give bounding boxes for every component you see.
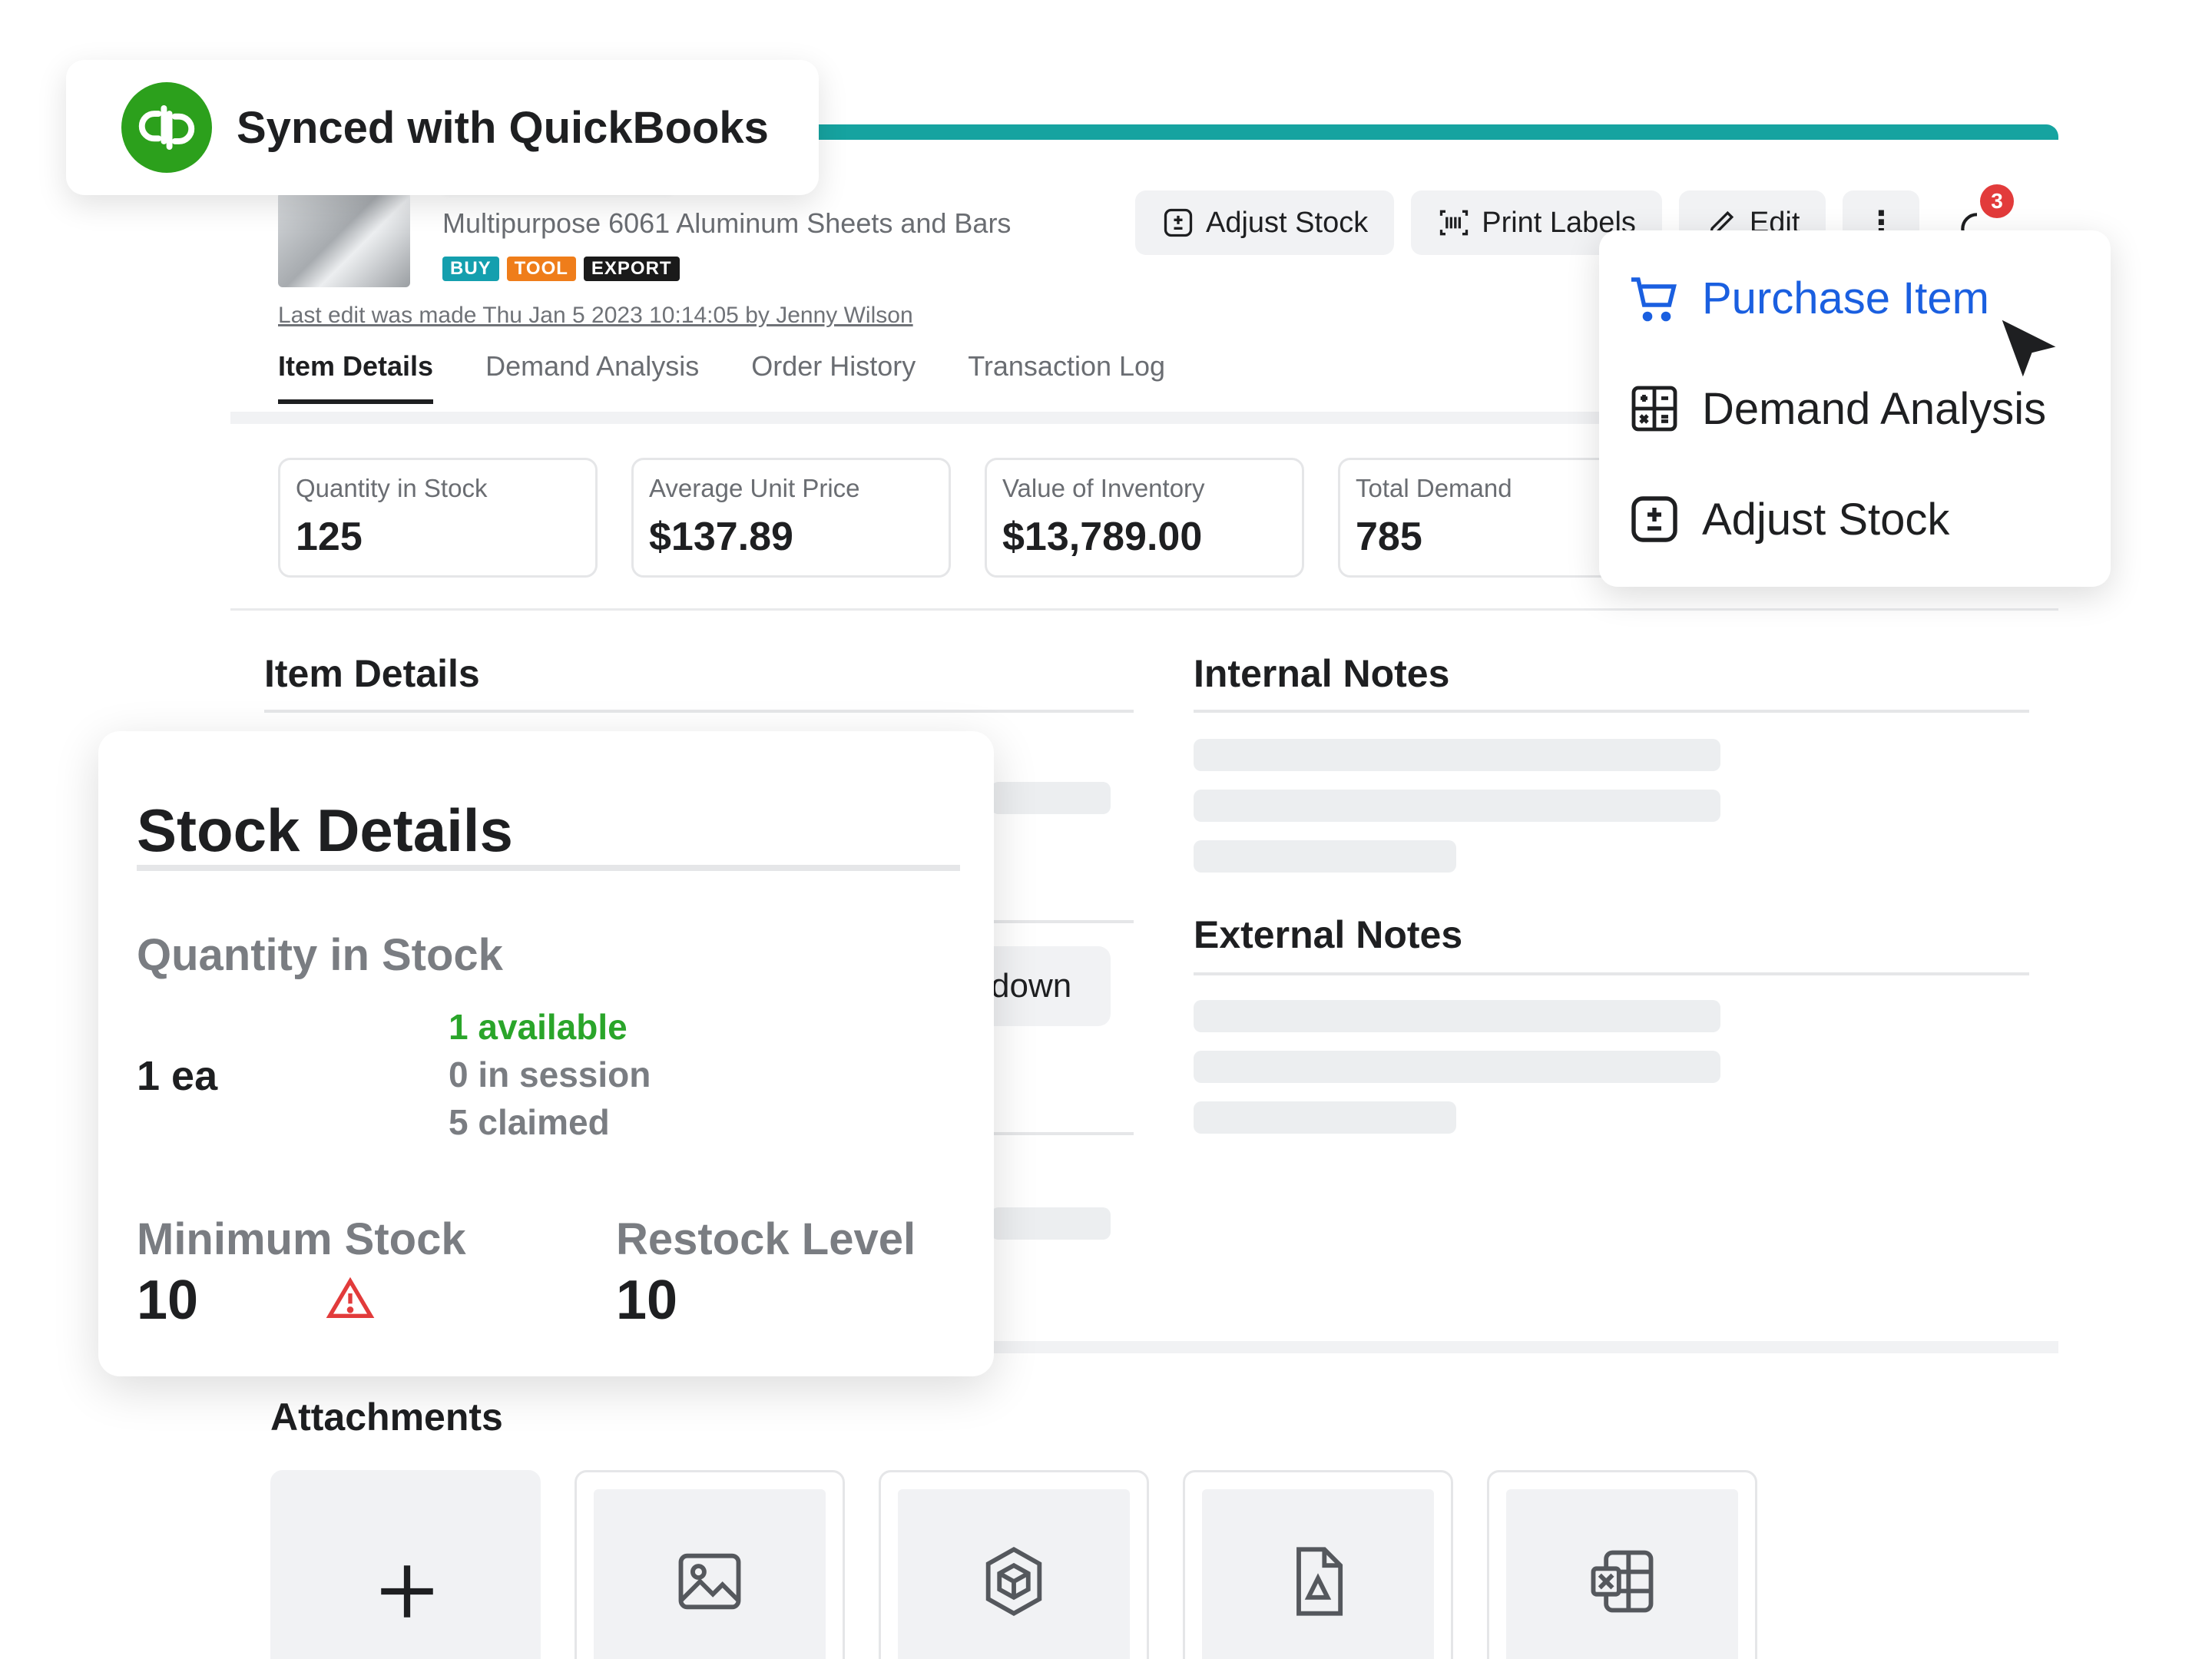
- attachment-tile[interactable]: [1183, 1470, 1453, 1659]
- available-count: 1 available: [449, 1007, 628, 1047]
- tag-export[interactable]: EXPORT: [583, 257, 680, 281]
- quickbooks-logo-icon: [121, 82, 212, 173]
- adjust-stock-button[interactable]: Adjust Stock: [1135, 190, 1395, 255]
- plus-minus-icon: [1631, 496, 1677, 542]
- pdf-file-icon: [1296, 1547, 1343, 1616]
- tag-list: BUY TOOL EXPORT: [442, 257, 680, 281]
- calculator-icon: [1631, 386, 1677, 432]
- minimum-stock-label: Minimum Stock: [137, 1214, 466, 1264]
- attachment-preview: [594, 1489, 826, 1659]
- in-session-count: 0 in session: [449, 1055, 651, 1094]
- attachment-tile[interactable]: [879, 1470, 1149, 1659]
- stock-details-rule: [137, 865, 960, 871]
- quantity-value: 1 ea: [137, 1053, 218, 1099]
- stat-value: $13,789.00: [1002, 515, 1203, 559]
- skeleton-line: [1194, 790, 1720, 822]
- skeleton-line: [1194, 840, 1456, 873]
- mouse-pointer-icon: [1994, 311, 2068, 389]
- menu-item-label: Adjust Stock: [1702, 494, 1950, 545]
- last-edit-link[interactable]: Last edit was made Thu Jan 5 2023 10:14:…: [278, 303, 913, 329]
- stat-card: Value of Inventory $13,789.00: [985, 458, 1304, 578]
- stat-value: 785: [1356, 515, 1422, 559]
- minimum-stock-value: 10: [137, 1270, 199, 1331]
- stat-label: Total Demand: [1356, 474, 1512, 502]
- attachment-tile[interactable]: [1487, 1470, 1757, 1659]
- stats-divider: [230, 608, 2058, 611]
- menu-item-adjust-stock[interactable]: Adjust Stock: [1627, 492, 1949, 547]
- item-details-heading: Item Details: [264, 652, 480, 695]
- accent-bar: [768, 124, 2058, 140]
- stat-label: Quantity in Stock: [296, 474, 488, 502]
- add-attachment-button[interactable]: [270, 1470, 541, 1659]
- tab-demand-analysis[interactable]: Demand Analysis: [485, 350, 699, 404]
- barcode-icon: [1440, 210, 1469, 236]
- item-details-rule: [991, 1132, 1134, 1135]
- attachment-tile[interactable]: [575, 1470, 845, 1659]
- tag-tool[interactable]: TOOL: [506, 257, 576, 281]
- tab-transaction-log[interactable]: Transaction Log: [968, 350, 1165, 404]
- product-thumbnail: [278, 192, 410, 287]
- tab-item-details[interactable]: Item Details: [278, 350, 434, 404]
- item-details-rule: [991, 920, 1134, 923]
- item-details-rule: [264, 710, 1134, 713]
- stock-details-card: Stock Details Quantity in Stock 1 ea 1 a…: [98, 731, 994, 1376]
- stat-label: Average Unit Price: [649, 474, 860, 502]
- attachment-grid: [270, 1470, 1757, 1659]
- cube-3d-icon: [985, 1546, 1042, 1617]
- skeleton-line: [1194, 1101, 1456, 1134]
- stat-card: Average Unit Price $137.89: [631, 458, 951, 578]
- stat-label: Value of Inventory: [1002, 474, 1205, 502]
- external-notes-heading: External Notes: [1194, 913, 1463, 956]
- restock-level-label: Restock Level: [616, 1214, 916, 1264]
- excel-file-icon: [1591, 1550, 1654, 1613]
- stock-details-title: Stock Details: [137, 796, 513, 864]
- plus-icon: [381, 1565, 433, 1618]
- claimed-count: 5 claimed: [449, 1102, 610, 1142]
- cart-icon: [1631, 277, 1677, 322]
- skeleton-line: [1194, 739, 1720, 771]
- more-options-dropdown: Purchase Item Demand Analysis Adjust Sto…: [1599, 230, 2111, 587]
- menu-item-demand-analysis[interactable]: Demand Analysis: [1627, 381, 2046, 436]
- notification-badge: 3: [1980, 184, 2014, 218]
- tab-order-history[interactable]: Order History: [751, 350, 916, 404]
- skeleton-line: [991, 782, 1111, 814]
- attachment-preview: [898, 1489, 1130, 1659]
- internal-notes-heading: Internal Notes: [1194, 652, 1450, 695]
- skeleton-line: [991, 1207, 1111, 1240]
- warning-icon: [326, 1277, 375, 1318]
- stat-value: $137.89: [649, 515, 793, 559]
- restock-level-value: 10: [616, 1270, 678, 1331]
- plus-minus-icon: [1164, 208, 1193, 237]
- quickbooks-sync-card: Synced with QuickBooks: [66, 60, 819, 195]
- stat-card: Quantity in Stock 125: [278, 458, 598, 578]
- quantity-label: Quantity in Stock: [137, 930, 503, 980]
- attachments-heading: Attachments: [270, 1396, 503, 1439]
- skeleton-line: [1194, 1000, 1720, 1032]
- breakdown-label: down: [991, 967, 1072, 1005]
- tag-buy[interactable]: BUY: [442, 257, 499, 281]
- sync-status-label: Synced with QuickBooks: [237, 102, 769, 153]
- attachment-preview: [1506, 1489, 1738, 1659]
- attachment-preview: [1202, 1489, 1434, 1659]
- product-name: Multipurpose 6061 Aluminum Sheets and Ba…: [442, 207, 1012, 239]
- external-notes-rule: [1194, 972, 2029, 975]
- menu-item-label: Purchase Item: [1702, 273, 1989, 323]
- stats-row: Quantity in Stock 125 Average Unit Price…: [278, 458, 1657, 578]
- internal-notes-rule: [1194, 710, 2029, 713]
- adjust-stock-label: Adjust Stock: [1206, 206, 1369, 239]
- skeleton-line: [1194, 1051, 1720, 1083]
- tab-bar: Item Details Demand Analysis Order Histo…: [278, 350, 1165, 404]
- stat-value: 125: [296, 515, 363, 559]
- menu-item-purchase-item[interactable]: Purchase Item: [1627, 270, 1989, 326]
- image-icon: [678, 1553, 741, 1610]
